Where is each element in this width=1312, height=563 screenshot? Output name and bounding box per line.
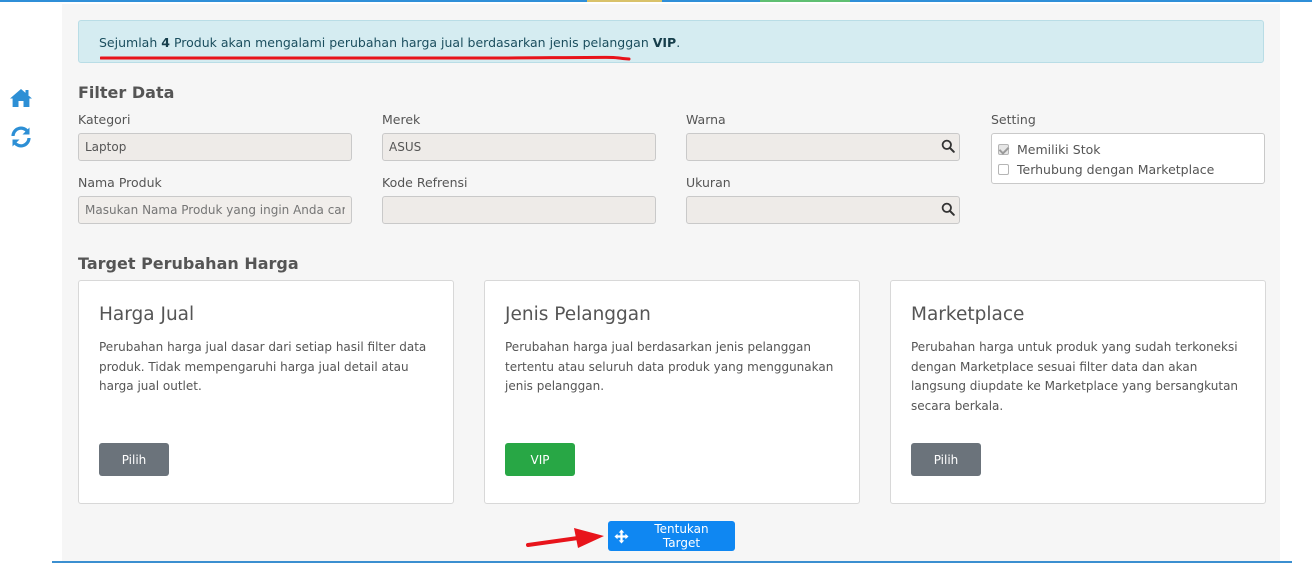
jenis-pelanggan-vip-button[interactable]: VIP (505, 443, 575, 476)
setting-option-stok[interactable]: Memiliki Stok (998, 140, 1100, 158)
kode-referensi-label: Kode Refrensi (382, 175, 468, 190)
card-jenis-pelanggan: Jenis Pelanggan Perubahan harga jual ber… (484, 280, 860, 504)
setting-box: Memiliki Stok Terhubung dengan Marketpla… (991, 133, 1265, 184)
card-description: Perubahan harga jual berdasarkan jenis p… (505, 340, 834, 393)
merek-field[interactable]: ASUS (382, 133, 656, 161)
red-underline-annotation (100, 55, 631, 61)
target-section-title: Target Perubahan Harga (78, 254, 299, 273)
card-title: Harga Jual (99, 304, 195, 325)
setting-label: Setting (991, 112, 1036, 127)
card-description: Perubahan harga jual dasar dari setiap h… (99, 340, 427, 393)
card-description: Perubahan harga untuk produk yang sudah … (911, 340, 1239, 413)
crosshair-icon (614, 528, 629, 544)
memiliki-stok-checkbox[interactable] (998, 143, 1009, 155)
alert-customer-type: VIP (652, 35, 677, 50)
marketplace-pilih-button[interactable]: Pilih (911, 443, 981, 476)
search-icon[interactable] (941, 139, 955, 153)
card-title: Marketplace (911, 304, 1025, 325)
warna-label: Warna (686, 112, 726, 127)
nama-produk-label: Nama Produk (78, 175, 162, 190)
home-icon[interactable] (9, 86, 33, 110)
terhubung-marketplace-label: Terhubung dengan Marketplace (1017, 161, 1215, 177)
nama-produk-input[interactable] (78, 196, 352, 224)
harga-jual-pilih-button[interactable]: Pilih (99, 443, 169, 476)
ukuran-label: Ukuran (686, 175, 731, 190)
kategori-label: Kategori (78, 112, 131, 127)
ukuran-field[interactable] (686, 196, 960, 224)
card-marketplace: Marketplace Perubahan harga untuk produk… (890, 280, 1266, 504)
setting-option-marketplace[interactable]: Terhubung dengan Marketplace (998, 160, 1214, 178)
filter-section-title: Filter Data (78, 83, 175, 102)
terhubung-marketplace-checkbox[interactable] (998, 163, 1009, 175)
refresh-icon[interactable] (9, 125, 33, 149)
tentukan-target-button[interactable]: Tentukan Target (608, 521, 735, 551)
alert-count: 4 (161, 35, 170, 50)
kode-referensi-field[interactable] (382, 196, 656, 224)
card-title: Jenis Pelanggan (505, 304, 651, 325)
warna-field[interactable] (686, 133, 960, 161)
alert-prefix: Sejumlah (99, 35, 158, 50)
red-arrow-icon (526, 528, 604, 548)
merek-label: Merek (382, 112, 421, 127)
tentukan-target-label: Tentukan Target (654, 522, 709, 550)
memiliki-stok-label: Memiliki Stok (1017, 141, 1101, 157)
search-icon[interactable] (941, 202, 955, 216)
alert-text: Produk akan mengalami perubahan harga ju… (173, 35, 649, 50)
card-harga-jual: Harga Jual Perubahan harga jual dasar da… (78, 280, 454, 504)
top-border (0, 0, 1312, 2)
kategori-field[interactable]: Laptop (78, 133, 352, 161)
